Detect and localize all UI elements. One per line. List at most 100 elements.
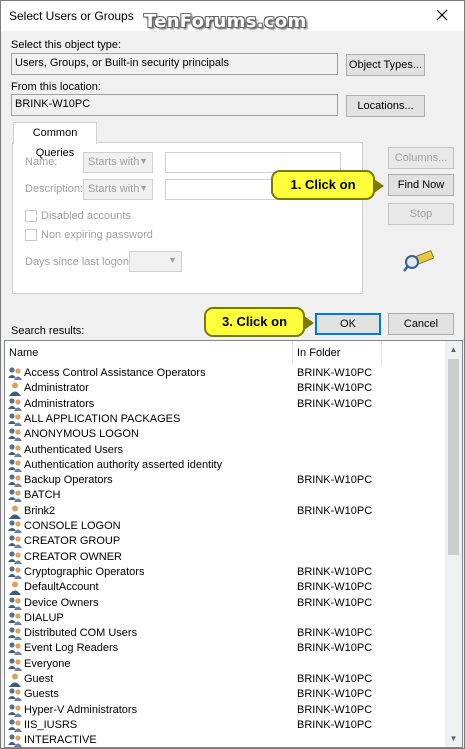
stop-button[interactable]: Stop [388,203,454,225]
table-row[interactable]: CREATOR OWNER [5,550,445,565]
row-name: IIS_IUSRS [24,718,78,731]
group-icon [7,657,23,672]
row-name: CREATOR OWNER [24,550,122,563]
cancel-button[interactable]: Cancel [388,313,454,335]
table-row[interactable]: Hyper-V Administrators BRINK-W10PC [5,703,445,718]
table-row[interactable]: Backup Operators BRINK-W10PC [5,473,445,488]
chevron-down-icon: ▼ [139,156,148,166]
table-row[interactable]: INTERACTIVE [5,733,445,747]
callout-ok: 3. Click on [204,307,314,337]
results-header: Name In Folder [5,341,462,365]
close-icon[interactable] [434,7,450,23]
non-expiring-password-checkbox[interactable] [25,229,37,241]
row-name: Cryptographic Operators [24,565,145,578]
row-name: Administrator [24,382,89,395]
group-icon [7,718,23,733]
row-name: DIALUP [24,611,64,624]
table-row[interactable]: Guest BRINK-W10PC [5,672,445,687]
table-row[interactable]: Distributed COM Users BRINK-W10PC [5,626,445,641]
table-row[interactable]: Access Control Assistance Operators BRINK… [5,366,445,381]
table-row[interactable]: Device Owners BRINK-W10PC [5,596,445,611]
table-row[interactable]: Administrators BRINK-W10PC [5,397,445,412]
table-row[interactable]: Authentication authority asserted identi… [5,458,445,473]
table-row[interactable]: IIS_IUSRS BRINK-W10PC [5,718,445,733]
column-header-name[interactable]: Name [5,341,293,365]
row-folder: BRINK-W10PC [297,627,373,640]
description-mode-value: Starts with [88,183,140,195]
table-row[interactable]: Cryptographic Operators BRINK-W10PC [5,565,445,580]
table-row[interactable]: Administrator BRINK-W10PC [5,381,445,397]
table-row[interactable]: BATCH [5,488,445,503]
description-mode-select[interactable]: Starts with ▼ [83,179,153,200]
row-name: Administrators [24,397,95,410]
non-expiring-password-label: Non expiring password [41,229,153,241]
user-icon [7,504,23,519]
window-title: Select Users or Groups [9,9,134,23]
location-field: BRINK-W10PC [11,94,338,116]
ok-button[interactable]: OK [315,313,381,335]
row-folder: BRINK-W10PC [297,565,373,578]
chevron-down-icon: ▼ [139,183,148,193]
results-scrollbar[interactable]: ▲ ▼ [445,341,462,747]
table-row[interactable]: DIALUP [5,611,445,626]
table-row[interactable]: Brink2 BRINK-W10PC [5,504,445,519]
row-name: Event Log Readers [24,642,119,655]
name-mode-select[interactable]: Starts with ▼ [83,152,153,173]
row-name: DefaultAccount [24,581,99,594]
column-header-folder[interactable]: In Folder [293,341,382,365]
row-folder: BRINK-W10PC [297,642,373,655]
columns-button[interactable]: Columns... [388,147,454,169]
table-row[interactable]: ANONYMOUS LOGON [5,427,445,442]
name-mode-value: Starts with [88,156,140,168]
row-name: INTERACTIVE [24,734,97,747]
group-icon [7,703,23,718]
group-icon [7,519,23,534]
row-name: Guest [24,673,54,685]
group-icon [7,550,23,565]
table-row[interactable]: Authenticated Users [5,443,445,458]
object-types-button[interactable]: Object Types... [346,54,425,76]
row-name: ALL APPLICATION PACKAGES [24,412,181,425]
scroll-down-icon[interactable]: ▼ [445,730,462,747]
watermark: TenForums.com [144,11,307,32]
row-folder: BRINK-W10PC [297,596,373,609]
locations-button[interactable]: Locations... [346,95,425,117]
scroll-up-icon[interactable]: ▲ [445,341,462,358]
group-icon [7,565,23,580]
row-name: CONSOLE LOGON [24,520,121,532]
row-name: CREATOR GROUP [24,535,121,548]
table-row[interactable]: ALL APPLICATION PACKAGES [5,412,445,427]
table-row[interactable]: Event Log Readers BRINK-W10PC [5,641,445,656]
row-folder: BRINK-W10PC [297,688,373,701]
row-folder: BRINK-W10PC [297,703,373,716]
scrollbar-thumb[interactable] [448,359,459,555]
table-row[interactable]: CREATOR GROUP [5,534,445,549]
search-flashlight-icon [403,250,434,272]
group-icon [7,488,23,503]
row-name: Distributed COM Users [24,627,138,640]
table-row[interactable]: CONSOLE LOGON [5,519,445,534]
days-since-logon-select[interactable]: ▼ [129,251,182,272]
user-icon [7,580,23,596]
row-name: ANONYMOUS LOGON [24,428,139,441]
search-results-list[interactable]: Name In Folder Access Control Assistance… [4,340,463,748]
row-name: Brink2 [24,504,56,517]
group-icon [7,596,23,611]
disabled-accounts-label: Disabled accounts [41,210,131,222]
user-icon [7,381,23,397]
object-type-label: Select this object type: [11,39,122,51]
row-folder: BRINK-W10PC [297,673,373,685]
find-now-button[interactable]: Find Now [388,174,454,196]
row-name: Authentication authority asserted identi… [24,458,223,471]
disabled-accounts-checkbox[interactable] [25,210,37,222]
description-query-label: Description: [25,183,84,195]
table-row[interactable]: Everyone [5,657,445,672]
group-icon [7,366,23,381]
row-folder: BRINK-W10PC [297,397,373,410]
group-icon [7,626,23,641]
row-folder: BRINK-W10PC [297,718,373,731]
table-row[interactable]: DefaultAccount BRINK-W10PC [5,580,445,596]
table-row[interactable]: Guests BRINK-W10PC [5,687,445,702]
tab-common-queries[interactable]: Common Queries [13,122,97,159]
title-bar: Select Users or Groups TenForums.com [1,1,464,32]
